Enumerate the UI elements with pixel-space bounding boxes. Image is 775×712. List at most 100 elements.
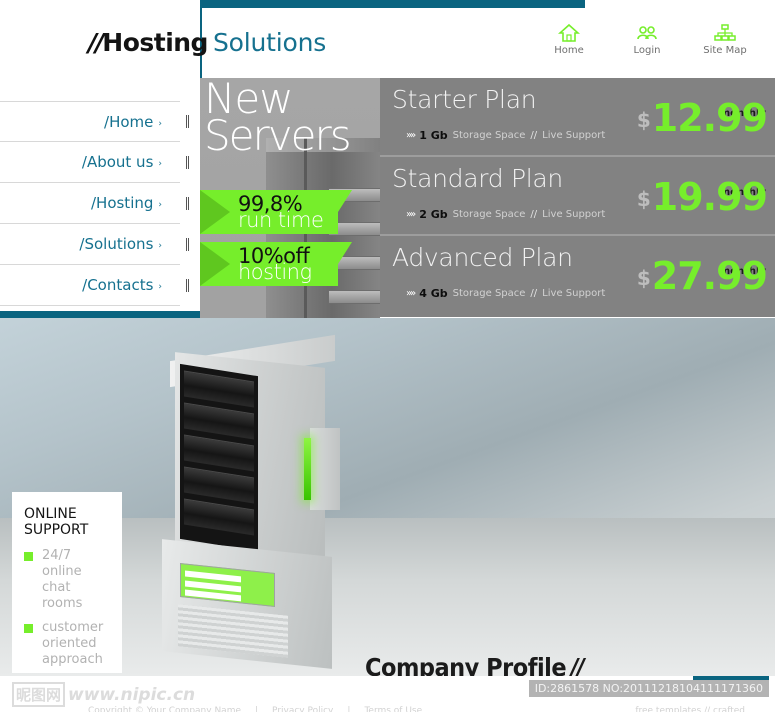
- plan-price-starter: $ 12.99: [636, 96, 768, 140]
- chevrons-icon: »»: [406, 288, 416, 299]
- footer-divider: |: [255, 706, 259, 712]
- heading-slashes-icon: //: [570, 653, 585, 676]
- plan-separator: //: [530, 209, 538, 220]
- plan-card-advanced[interactable]: Advanced Plan »» 4 Gb Storage Space // L…: [380, 236, 775, 317]
- chevron-right-icon: ›: [158, 118, 162, 129]
- server-blade: [184, 498, 254, 536]
- plan-storage-standard: 2 Gb: [419, 208, 448, 221]
- sidebar-item-contacts[interactable]: /Contacts ›: [0, 265, 189, 306]
- plan-card-standard[interactable]: Standard Plan »» 2 Gb Storage Space // L…: [380, 157, 775, 236]
- online-support-list: 24/7 online chat rooms customer oriented…: [24, 548, 112, 668]
- online-support-title: ONLINE SUPPORT: [24, 506, 112, 538]
- sidebar-item-home[interactable]: /Home ›: [0, 101, 189, 142]
- sidebar-label-about-us: /About us: [81, 153, 154, 171]
- plan-currency-starter: $: [636, 108, 651, 132]
- footer-copyright: Copyright © Your Company Name: [88, 706, 241, 712]
- top-nav-item-login[interactable]: Login: [621, 23, 673, 56]
- plan-separator: //: [530, 288, 538, 299]
- plan-storage-advanced: 4 Gb: [419, 287, 448, 300]
- plan-amount-starter: 12.99: [651, 96, 768, 140]
- sidebar-bottom-accent: [0, 311, 200, 318]
- top-nav-item-home[interactable]: Home: [543, 23, 595, 56]
- nav-tick-marker: [186, 196, 189, 210]
- support-item-text: customer oriented approach: [42, 620, 104, 667]
- logo-slashes-icon: //: [88, 28, 104, 57]
- top-nav-label-login: Login: [633, 45, 661, 56]
- footer-divider: |: [347, 706, 351, 712]
- site-header: //Hosting Solutions Home Login Site Map: [0, 0, 775, 78]
- sidebar-navigation: /Home › /About us › /Hosting › /Solution…: [0, 101, 189, 306]
- chevrons-icon: »»: [406, 209, 416, 220]
- server-blade-stack: [180, 363, 258, 552]
- support-title-line1: ONLINE: [24, 506, 77, 522]
- home-icon: [557, 23, 581, 43]
- hero-badge-discount: 10%off hosting: [200, 242, 352, 286]
- plan-card-starter[interactable]: Starter Plan »» 1 Gb Storage Space // Li…: [380, 78, 775, 157]
- plan-feature-label-advanced: Storage Space: [452, 288, 526, 299]
- server-blade: [184, 402, 254, 440]
- sitemap-icon: [714, 23, 736, 43]
- sidebar-item-hosting[interactable]: /Hosting ›: [0, 183, 189, 224]
- plan-features-advanced: »» 4 Gb Storage Space // Live Support: [406, 287, 605, 300]
- top-nav-item-sitemap[interactable]: Site Map: [699, 23, 751, 56]
- support-item-text: 24/7 online chat rooms: [42, 548, 83, 611]
- plan-storage-starter: 1 Gb: [419, 129, 448, 142]
- plan-support-label-advanced: Live Support: [542, 288, 606, 299]
- section-heading-company-profile: Company Profile//: [365, 653, 765, 676]
- footer-link-terms[interactable]: Terms of Use: [364, 706, 422, 712]
- plan-features-standard: »» 2 Gb Storage Space // Live Support: [406, 208, 605, 221]
- hero-title-line2: Servers: [204, 111, 352, 160]
- badge-uptime-label: run time: [238, 208, 324, 232]
- sidebar-item-about-us[interactable]: /About us ›: [0, 142, 189, 183]
- online-support-panel: ONLINE SUPPORT 24/7 online chat rooms cu…: [12, 492, 122, 673]
- server-door: [310, 428, 340, 510]
- footer-link-privacy[interactable]: Privacy Policy: [272, 706, 333, 712]
- plan-title-standard: Standard Plan: [392, 164, 563, 193]
- plan-amount-advanced: 27.99: [651, 254, 768, 298]
- plan-separator: //: [530, 130, 538, 141]
- top-navigation: Home Login Site Map: [543, 23, 751, 56]
- hero-title: New Servers: [204, 78, 352, 160]
- nav-tick-marker: [186, 155, 189, 169]
- sidebar-label-home: /Home: [104, 112, 154, 131]
- plan-support-label-starter: Live Support: [542, 130, 606, 141]
- server-illustration: [140, 334, 370, 669]
- square-bullet-icon: [24, 624, 33, 633]
- chevron-right-icon: ›: [158, 241, 162, 251]
- footer-credit: free templates // crafted: [635, 706, 745, 712]
- sidebar-label-contacts: /Contacts: [82, 276, 154, 294]
- top-nav-label-home: Home: [554, 45, 584, 56]
- plan-feature-label-standard: Storage Space: [452, 209, 526, 220]
- server-blade: [184, 466, 254, 504]
- chevron-right-icon: ›: [158, 282, 162, 292]
- plan-price-advanced: $ 27.99: [636, 254, 768, 298]
- site-logo[interactable]: //Hosting Solutions: [88, 28, 326, 58]
- plan-currency-advanced: $: [636, 266, 651, 290]
- plan-title-starter: Starter Plan: [392, 85, 537, 114]
- plan-support-label-standard: Live Support: [542, 209, 606, 220]
- logo-word-secondary: Solutions: [212, 28, 327, 57]
- watermark: 昵图网 www.nipic.cn: [12, 682, 195, 707]
- id-badge: ID:2861578 NO:20111218104111171360: [528, 680, 769, 697]
- server-light-strip: [304, 438, 311, 500]
- watermark-logo: 昵图网: [12, 682, 66, 707]
- list-item: 24/7 online chat rooms: [24, 548, 112, 612]
- plan-features-starter: »» 1 Gb Storage Space // Live Support: [406, 129, 605, 142]
- server-blade: [184, 434, 254, 472]
- plan-amount-standard: 19.99: [651, 175, 768, 219]
- badge-discount-label: hosting: [238, 260, 312, 284]
- plan-currency-standard: $: [636, 187, 651, 211]
- plan-price-standard: $ 19.99: [636, 175, 768, 219]
- rack-slot: [328, 290, 380, 304]
- sidebar-label-hosting: /Hosting: [90, 194, 154, 212]
- users-icon: [636, 23, 658, 43]
- company-profile-heading-text: Company Profile: [365, 653, 567, 676]
- pricing-plans: Starter Plan »» 1 Gb Storage Space // Li…: [380, 78, 775, 317]
- nav-tick-marker: [186, 115, 189, 128]
- page-root: //HostingSolutions Home Login Site Map: [0, 0, 775, 712]
- logo-word-primary: Hosting: [102, 28, 208, 57]
- sidebar-item-solutions[interactable]: /Solutions ›: [0, 224, 189, 265]
- square-bullet-icon: [24, 552, 33, 561]
- plan-feature-label-starter: Storage Space: [452, 130, 526, 141]
- support-title-line2: SUPPORT: [24, 522, 89, 538]
